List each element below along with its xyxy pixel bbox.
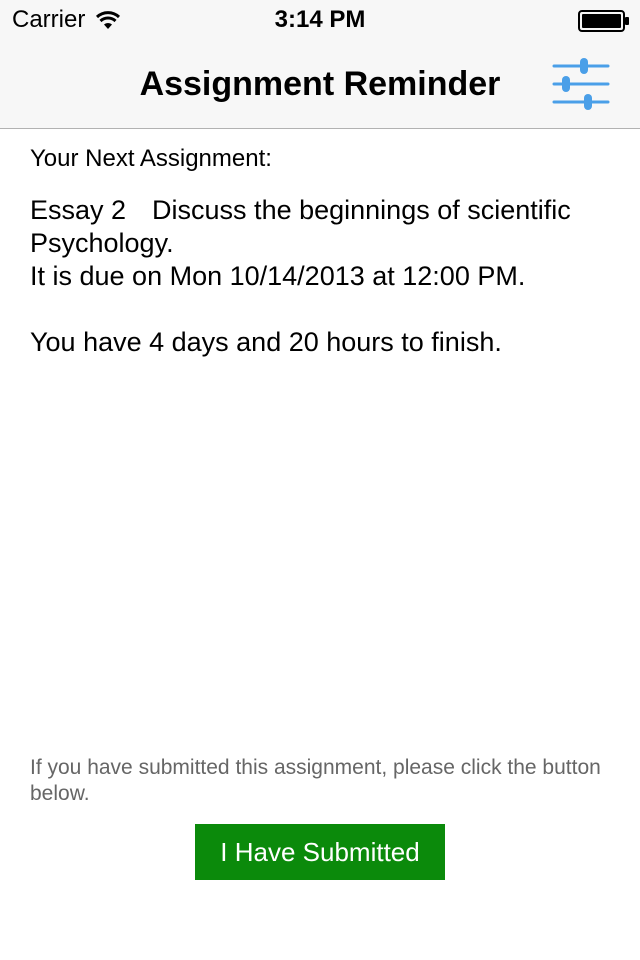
assignment-description-cont: Psychology.	[30, 228, 174, 258]
status-time: 3:14 PM	[274, 6, 366, 33]
settings-button[interactable]	[550, 54, 614, 114]
assignment-content: Your Next Assignment: Essay 2 Discuss the…	[30, 142, 620, 359]
due-date-text: It is due on Mon 10/14/2013 at 12:00 PM.	[30, 261, 526, 291]
status-bar: Carrier 3:14 PM	[0, 0, 640, 40]
time-remaining-text: You have 4 days and 20 hours to finish.	[30, 327, 502, 357]
next-assignment-heading: Your Next Assignment:	[30, 145, 272, 172]
assignment-details: Essay 2 Discuss the beginnings of scienti…	[30, 194, 620, 359]
navigation-bar: Assignment Reminder	[0, 40, 640, 128]
top-chrome: Carrier 3:14 PM Assignment Reminder	[0, 0, 640, 129]
assignment-title-line: Essay 2 Discuss the beginnings of scienti…	[30, 194, 620, 227]
submission-hint: If you have submitted this assignment, p…	[30, 756, 601, 805]
sliders-icon	[552, 58, 610, 110]
page-title: Assignment Reminder	[139, 65, 501, 103]
app-screen: Carrier 3:14 PM Assignment Reminder Your…	[0, 0, 640, 960]
assignment-description: Discuss the beginnings of scientific	[152, 195, 571, 225]
battery-icon	[578, 10, 629, 32]
assignment-name: Essay 2	[30, 195, 127, 225]
submit-button[interactable]: I Have Submitted	[195, 824, 445, 880]
